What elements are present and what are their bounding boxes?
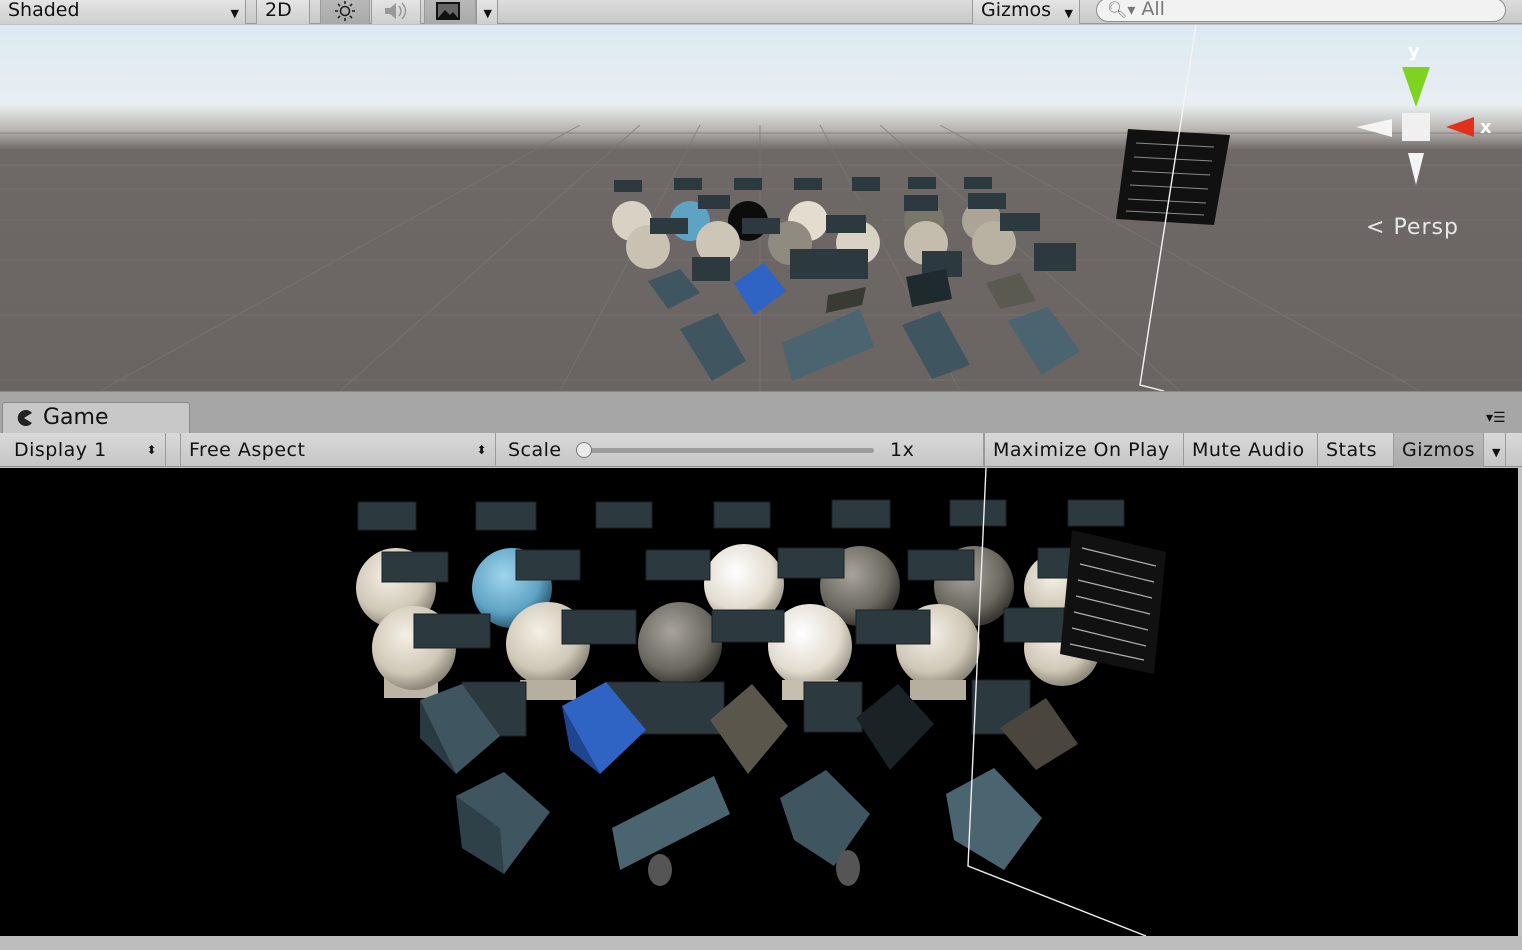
projection-toggle[interactable]: < Persp bbox=[1366, 215, 1459, 240]
shading-mode-label: Shaded bbox=[8, 0, 80, 21]
orientation-gizmo[interactable] bbox=[1350, 43, 1500, 193]
tab-game-label: Game bbox=[43, 405, 109, 430]
search-placeholder: All bbox=[1141, 0, 1165, 20]
scene-viewport[interactable]: y x < Persp bbox=[0, 25, 1522, 391]
mute-audio-toggle[interactable]: Mute Audio bbox=[1184, 433, 1318, 467]
aspect-label: Free Aspect bbox=[189, 439, 306, 461]
game-viewport[interactable] bbox=[0, 468, 1518, 936]
speaker-icon bbox=[385, 2, 407, 20]
maximize-on-play-toggle[interactable]: Maximize On Play bbox=[984, 433, 1184, 467]
dropdown-arrow-icon: ▼ bbox=[1064, 7, 1073, 20]
game-tab-bar: Game ▾☰ bbox=[0, 391, 1522, 435]
pacman-icon bbox=[17, 410, 32, 426]
2d-toggle-button[interactable]: 2D bbox=[256, 0, 310, 24]
scale-slider-thumb[interactable] bbox=[576, 442, 592, 458]
scene-toolbar: Shaded ▼ 2D ▼ Gizmos ▼ 🔍︎▾ All bbox=[0, 0, 1522, 24]
sun-icon bbox=[335, 1, 355, 21]
scene-gizmos-label: Gizmos bbox=[981, 0, 1052, 21]
dropdown-arrow-icon: ▼ bbox=[1492, 446, 1501, 459]
game-scene-render bbox=[356, 468, 1166, 936]
dropdown-arrow-icon: ▼ bbox=[483, 7, 492, 20]
search-icon: 🔍︎▾ bbox=[1107, 0, 1136, 19]
aspect-dropdown[interactable]: Free Aspect ⬍ bbox=[180, 433, 496, 467]
scene-effects-dropdown[interactable]: ▼ bbox=[476, 0, 498, 24]
scale-control: Scale 1x bbox=[500, 433, 984, 467]
shading-mode-dropdown[interactable]: Shaded ▼ bbox=[0, 0, 246, 24]
scene-effects-toggle[interactable] bbox=[424, 0, 476, 24]
gizmo-y-label: y bbox=[1408, 41, 1420, 62]
scale-value: 1x bbox=[890, 439, 915, 461]
tab-game[interactable]: Game bbox=[2, 402, 190, 435]
scale-slider-track[interactable] bbox=[580, 448, 874, 453]
updown-arrow-icon: ⬍ bbox=[476, 443, 487, 457]
game-toolbar: Display 1 ⬍ Free Aspect ⬍ Scale 1x Maxim… bbox=[0, 433, 1522, 467]
scene-gizmos-dropdown[interactable]: Gizmos ▼ bbox=[972, 0, 1080, 24]
panel-menu-icon[interactable]: ▾☰ bbox=[1486, 410, 1506, 426]
mute-audio-label: Mute Audio bbox=[1192, 439, 1305, 461]
bottom-status-bar bbox=[0, 936, 1522, 950]
scale-label: Scale bbox=[508, 439, 562, 461]
2d-toggle-label: 2D bbox=[265, 0, 292, 21]
scene-search-input[interactable]: 🔍︎▾ All bbox=[1096, 0, 1506, 22]
scene-audio-toggle[interactable] bbox=[371, 0, 421, 24]
chevron-left-icon: < bbox=[1366, 215, 1386, 240]
updown-arrow-icon: ⬍ bbox=[146, 443, 157, 457]
dropdown-arrow-icon: ▼ bbox=[230, 7, 239, 20]
stats-toggle[interactable]: Stats bbox=[1318, 433, 1394, 467]
projection-label: Persp bbox=[1393, 215, 1459, 240]
stats-label: Stats bbox=[1326, 439, 1378, 461]
maximize-on-play-label: Maximize On Play bbox=[993, 439, 1170, 461]
scene-lighting-toggle[interactable] bbox=[320, 0, 370, 24]
game-gizmos-toggle[interactable]: Gizmos bbox=[1394, 433, 1484, 467]
game-gizmos-dropdown[interactable]: ▼ bbox=[1484, 433, 1506, 467]
display-dropdown[interactable]: Display 1 ⬍ bbox=[6, 433, 166, 467]
gizmo-x-label: x bbox=[1480, 117, 1492, 138]
game-gizmos-label: Gizmos bbox=[1402, 439, 1476, 461]
display-label: Display 1 bbox=[14, 439, 107, 461]
image-icon bbox=[436, 2, 460, 20]
scene-objects bbox=[612, 25, 1230, 391]
